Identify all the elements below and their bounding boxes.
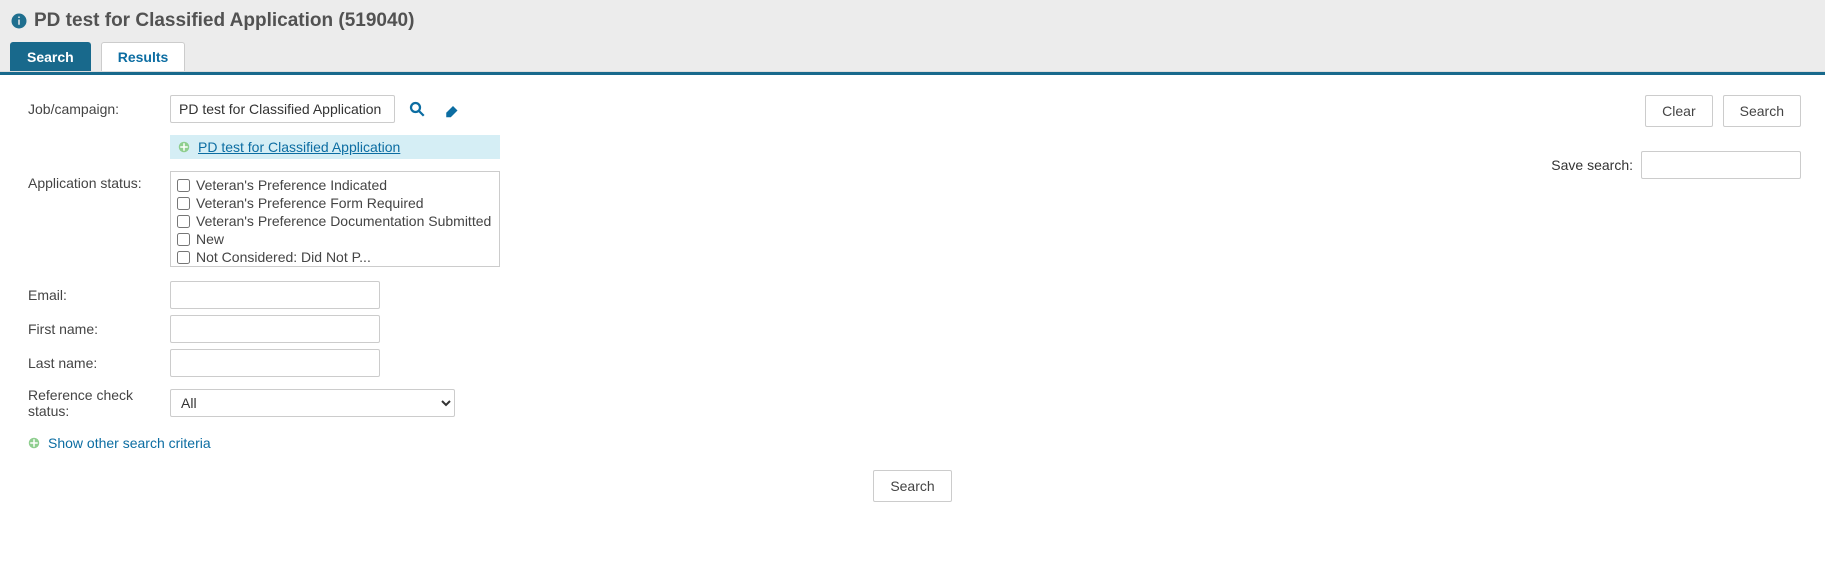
page-title: PD test for Classified Application (5190… [34, 10, 414, 32]
status-option-label: Veteran's Preference Documentation Submi… [196, 213, 491, 229]
label-email: Email: [10, 283, 170, 307]
clear-button[interactable]: Clear [1645, 95, 1712, 127]
first-name-input[interactable] [170, 315, 380, 343]
status-option[interactable]: Veteran's Preference Form Required [177, 194, 493, 212]
tab-search[interactable]: Search [10, 42, 91, 71]
reference-check-select[interactable]: All [170, 389, 455, 417]
status-checkbox[interactable] [177, 233, 190, 246]
status-option-label: Veteran's Preference Form Required [196, 195, 424, 211]
status-option-label: Not Considered: Did Not P... [196, 249, 371, 265]
label-first-name: First name: [10, 317, 170, 341]
email-input[interactable] [170, 281, 380, 309]
tab-bar: Search Results [10, 42, 1815, 71]
search-button-top[interactable]: Search [1723, 95, 1801, 127]
status-checkbox[interactable] [177, 215, 190, 228]
status-option[interactable]: Veteran's Preference Documentation Submi… [177, 212, 493, 230]
status-checkbox[interactable] [177, 251, 190, 264]
status-option-label: Veteran's Preference Indicated [196, 177, 387, 193]
last-name-input[interactable] [170, 349, 380, 377]
info-icon [10, 12, 28, 30]
job-campaign-tag[interactable]: PD test for Classified Application [170, 135, 500, 159]
status-checkbox[interactable] [177, 197, 190, 210]
label-save-search: Save search: [1551, 157, 1633, 173]
status-option-label: New [196, 231, 224, 247]
status-option[interactable]: Not Considered: Did Not P... [177, 248, 493, 266]
plus-icon [178, 140, 192, 154]
search-icon[interactable] [403, 95, 431, 123]
save-search-input[interactable] [1641, 151, 1801, 179]
label-application-status: Application status: [10, 171, 170, 195]
job-campaign-input[interactable] [170, 95, 395, 123]
label-job-campaign: Job/campaign: [10, 97, 170, 121]
label-last-name: Last name: [10, 351, 170, 375]
label-reference-check: Reference check status: [10, 383, 170, 423]
tab-results[interactable]: Results [101, 42, 186, 71]
status-checkbox[interactable] [177, 179, 190, 192]
eraser-icon[interactable] [439, 95, 467, 123]
show-other-criteria-link[interactable]: Show other search criteria [28, 435, 211, 451]
status-option[interactable]: Veteran's Preference Indicated [177, 176, 493, 194]
show-other-criteria-label: Show other search criteria [48, 435, 211, 451]
application-status-listbox[interactable]: Veteran's Preference Indicated Veteran's … [170, 171, 500, 267]
page-title-row: PD test for Classified Application (5190… [10, 6, 1815, 42]
job-campaign-tag-label: PD test for Classified Application [198, 139, 400, 155]
plus-icon [28, 436, 42, 450]
status-option[interactable]: New [177, 230, 493, 248]
search-button-bottom[interactable]: Search [873, 470, 951, 502]
